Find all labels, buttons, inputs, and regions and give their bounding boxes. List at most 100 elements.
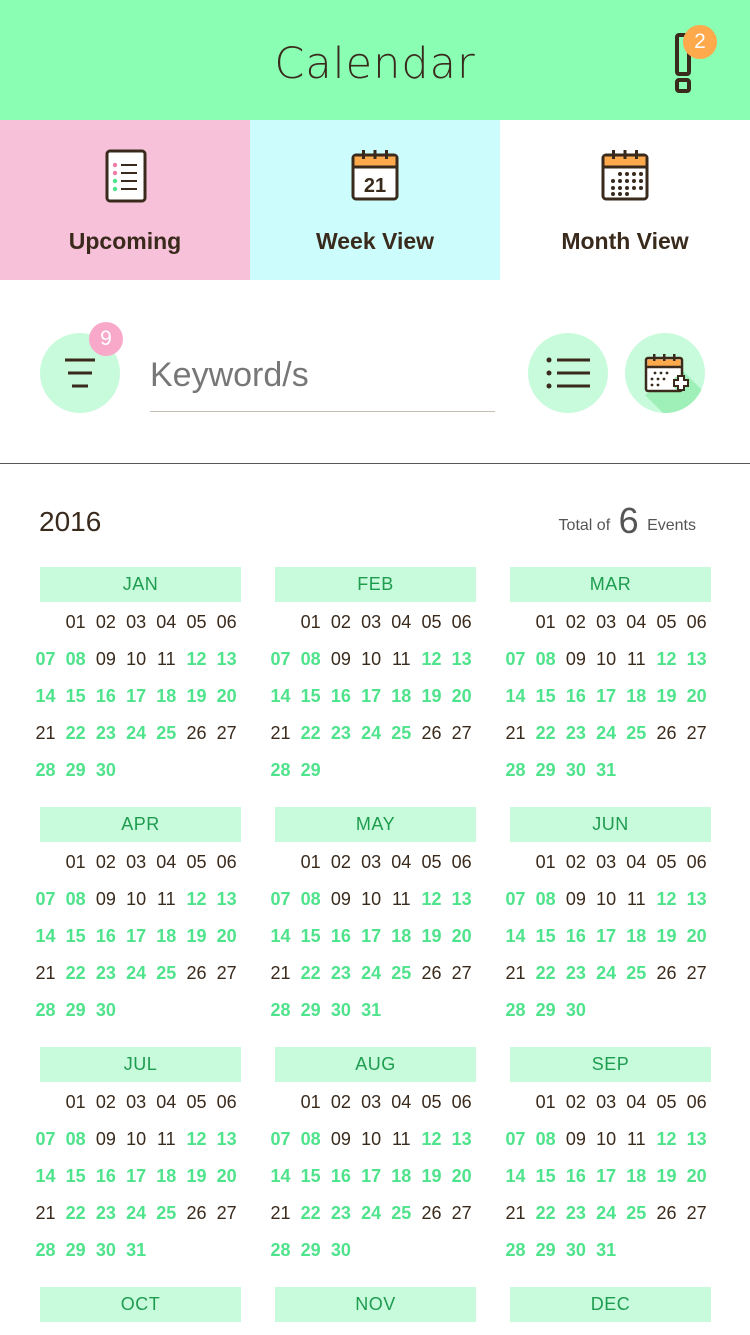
day-cell[interactable]: 27 <box>446 963 477 984</box>
day-cell[interactable]: 05 <box>416 612 447 633</box>
day-cell[interactable]: 06 <box>446 1092 477 1113</box>
day-cell[interactable]: 01 <box>60 1092 91 1113</box>
day-cell[interactable]: 21 <box>30 1203 61 1224</box>
day-cell[interactable]: 08 <box>295 889 326 910</box>
day-cell[interactable]: 16 <box>90 1166 121 1187</box>
day-cell[interactable]: 12 <box>651 649 682 670</box>
day-cell[interactable]: 19 <box>416 1166 447 1187</box>
day-cell[interactable]: 26 <box>651 723 682 744</box>
day-cell[interactable]: 26 <box>416 963 447 984</box>
day-cell[interactable]: 27 <box>681 963 712 984</box>
day-cell[interactable]: 25 <box>386 1203 417 1224</box>
day-cell[interactable]: 07 <box>30 1129 61 1150</box>
tab-upcoming[interactable]: Upcoming <box>0 120 250 280</box>
day-cell[interactable]: 07 <box>265 889 296 910</box>
day-cell[interactable]: 22 <box>530 1203 561 1224</box>
day-cell[interactable]: 11 <box>151 649 182 670</box>
day-cell[interactable]: 12 <box>416 1129 447 1150</box>
day-cell[interactable]: 10 <box>121 1129 152 1150</box>
month-header[interactable]: APR <box>40 807 241 842</box>
day-cell[interactable]: 23 <box>560 963 591 984</box>
day-cell[interactable]: 23 <box>90 963 121 984</box>
day-cell[interactable]: 28 <box>30 760 61 781</box>
day-cell[interactable]: 02 <box>560 612 591 633</box>
day-cell[interactable]: 12 <box>651 889 682 910</box>
day-cell[interactable]: 05 <box>181 852 212 873</box>
day-cell[interactable]: 20 <box>446 926 477 947</box>
day-cell[interactable]: 08 <box>60 649 91 670</box>
day-cell[interactable]: 25 <box>151 1203 182 1224</box>
day-cell[interactable]: 02 <box>90 1092 121 1113</box>
month-header[interactable]: MAY <box>275 807 476 842</box>
day-cell[interactable]: 14 <box>500 926 531 947</box>
day-cell[interactable]: 06 <box>681 852 712 873</box>
day-cell[interactable]: 23 <box>560 723 591 744</box>
day-cell[interactable]: 04 <box>151 612 182 633</box>
day-cell[interactable]: 17 <box>591 686 622 707</box>
day-cell[interactable]: 04 <box>621 612 652 633</box>
day-cell[interactable]: 19 <box>651 686 682 707</box>
day-cell[interactable]: 28 <box>500 1000 531 1021</box>
day-cell[interactable]: 06 <box>211 612 242 633</box>
day-cell[interactable]: 08 <box>295 649 326 670</box>
day-cell[interactable]: 19 <box>181 686 212 707</box>
day-cell[interactable]: 13 <box>681 889 712 910</box>
day-cell[interactable]: 23 <box>90 723 121 744</box>
day-cell[interactable]: 05 <box>181 1092 212 1113</box>
day-cell[interactable]: 25 <box>386 723 417 744</box>
day-cell[interactable]: 13 <box>211 649 242 670</box>
day-cell[interactable]: 24 <box>121 963 152 984</box>
day-cell[interactable]: 25 <box>151 963 182 984</box>
day-cell[interactable]: 29 <box>295 1000 326 1021</box>
day-cell[interactable]: 04 <box>621 852 652 873</box>
day-cell[interactable]: 15 <box>295 1166 326 1187</box>
day-cell[interactable]: 21 <box>500 723 531 744</box>
day-cell[interactable]: 06 <box>446 852 477 873</box>
day-cell[interactable]: 14 <box>30 686 61 707</box>
day-cell[interactable]: 28 <box>30 1240 61 1261</box>
day-cell[interactable]: 02 <box>325 612 356 633</box>
day-cell[interactable]: 15 <box>60 1166 91 1187</box>
day-cell[interactable]: 06 <box>681 1092 712 1113</box>
day-cell[interactable]: 15 <box>295 926 326 947</box>
day-cell[interactable]: 22 <box>60 1203 91 1224</box>
day-cell[interactable]: 30 <box>90 1240 121 1261</box>
day-cell[interactable]: 09 <box>325 649 356 670</box>
day-cell[interactable]: 09 <box>560 649 591 670</box>
day-cell[interactable]: 01 <box>295 1092 326 1113</box>
day-cell[interactable]: 23 <box>325 1203 356 1224</box>
day-cell[interactable]: 29 <box>60 760 91 781</box>
day-cell[interactable]: 25 <box>621 1203 652 1224</box>
day-cell[interactable]: 29 <box>295 760 326 781</box>
day-cell[interactable]: 26 <box>181 723 212 744</box>
day-cell[interactable]: 18 <box>621 686 652 707</box>
day-cell[interactable]: 07 <box>265 1129 296 1150</box>
day-cell[interactable]: 27 <box>681 1203 712 1224</box>
day-cell[interactable]: 29 <box>530 1000 561 1021</box>
day-cell[interactable]: 20 <box>211 926 242 947</box>
day-cell[interactable]: 12 <box>181 889 212 910</box>
day-cell[interactable]: 18 <box>151 1166 182 1187</box>
day-cell[interactable]: 08 <box>530 649 561 670</box>
day-cell[interactable]: 15 <box>530 686 561 707</box>
day-cell[interactable]: 25 <box>386 963 417 984</box>
day-cell[interactable]: 05 <box>651 852 682 873</box>
day-cell[interactable]: 27 <box>211 1203 242 1224</box>
day-cell[interactable]: 19 <box>181 1166 212 1187</box>
day-cell[interactable]: 09 <box>560 889 591 910</box>
day-cell[interactable]: 30 <box>560 1240 591 1261</box>
day-cell[interactable]: 10 <box>121 649 152 670</box>
day-cell[interactable]: 26 <box>181 963 212 984</box>
day-cell[interactable]: 04 <box>621 1092 652 1113</box>
day-cell[interactable]: 30 <box>560 1000 591 1021</box>
day-cell[interactable]: 02 <box>325 1092 356 1113</box>
day-cell[interactable]: 03 <box>356 852 387 873</box>
day-cell[interactable]: 23 <box>90 1203 121 1224</box>
day-cell[interactable]: 13 <box>681 1129 712 1150</box>
day-cell[interactable]: 05 <box>416 852 447 873</box>
day-cell[interactable]: 01 <box>295 612 326 633</box>
day-cell[interactable]: 20 <box>681 686 712 707</box>
day-cell[interactable]: 19 <box>181 926 212 947</box>
day-cell[interactable]: 10 <box>121 889 152 910</box>
day-cell[interactable]: 03 <box>591 852 622 873</box>
